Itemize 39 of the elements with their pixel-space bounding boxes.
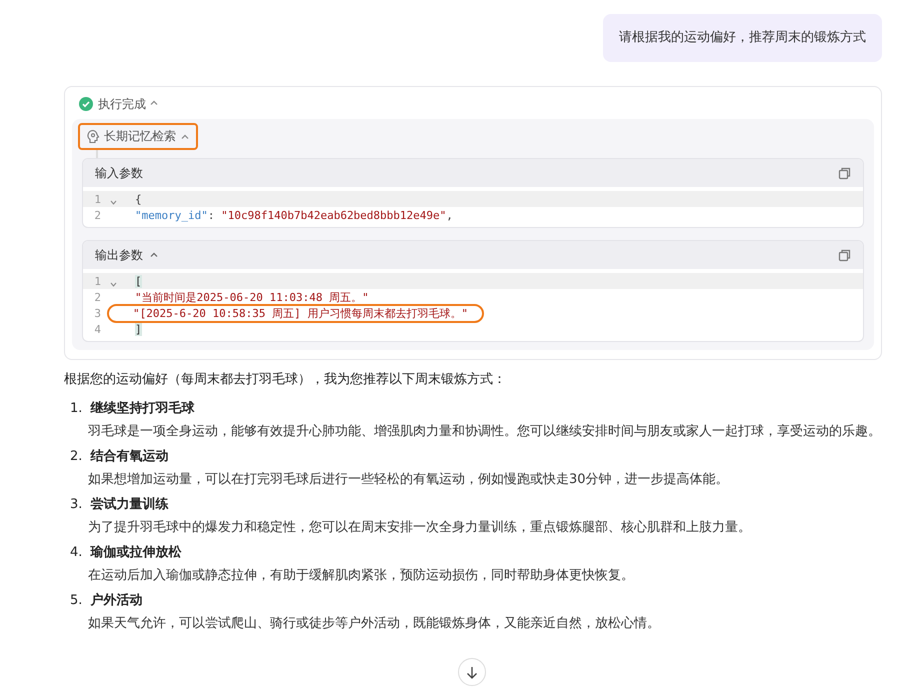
line-number: 2 [93,290,101,304]
code-line: "当前时间是2025-06-20 11:03:48 周五。" [134,290,370,306]
item-title: 尝试力量训练 [90,496,168,514]
item-title: 户外活动 [90,592,142,610]
scroll-down-button[interactable] [458,658,486,686]
item-text: 如果天气允许，可以尝试爬山、骑行或徒步等户外活动，既能锻炼身体，又能亲近自然，放松心情。 [87,615,661,633]
list-number: 5. [70,592,82,610]
memory-search-toggle[interactable]: 长期记忆检索 [78,123,198,150]
item-title: 结合有氧运动 [90,448,168,466]
item-text: 在运动后加入瑜伽或静态拉伸，有助于缓解肌肉紧张，预防运动损伤，同时帮助身体更快恢复。 [87,567,635,585]
line-number: 3 [93,306,101,320]
check-icon [79,97,93,111]
arrow-down-icon [466,666,478,678]
copy-icon[interactable] [838,166,851,180]
item-title: 瑜伽或拉伸放松 [90,544,182,562]
panel-title: 输入参数 [95,164,143,182]
head-icon [86,129,100,144]
list-number: 1. [70,400,82,418]
code-line: "[2025-6-20 10:58:35 周五] 用户习惯每周末都去打羽毛球。" [107,304,484,322]
item-title: 继续坚持打羽毛球 [90,400,194,418]
fold-icon[interactable] [110,282,116,287]
user-message: 请根据我的运动偏好，推荐周末的锻炼方式 [603,14,882,62]
line-number: 1 [93,192,101,206]
line-number: 4 [93,322,101,336]
answer-intro: 根据您的运动偏好（每周末都去打羽毛球），我为您推荐以下周末锻炼方式： [64,371,507,389]
list-number: 2. [70,448,82,466]
copy-icon[interactable] [838,248,851,262]
fold-icon[interactable] [110,200,116,205]
code-line: { [134,192,143,208]
item-text: 如果想增加运动量，可以在打完羽毛球后进行一些轻松的有氧运动，例如慢跑或快走30分钟，进一步提高体能。 [87,471,730,489]
status-toggle[interactable]: 执行完成 [98,96,159,112]
item-text: 为了提升羽毛球中的爆发力和稳定性，您可以在周末安排一次全身力量训练，重点锻炼腿部、核心肌群和上肢力量。 [87,519,752,537]
list-number: 4. [70,544,82,562]
item-text: 羽毛球是一项全身运动，能够有效提升心肺功能、增强肌肉力量和协调性。您可以继续安排时间与朋友或家人一起打球，享受运动的乐趣。 [87,423,882,441]
line-number: 2 [93,208,101,222]
line-number: 1 [93,274,101,288]
list-number: 3. [70,496,82,514]
code-line: "memory_id": "10c98f140b7b42eab62bed8bbb12e49e", [134,208,454,224]
panel-title: 输出参数 [95,246,143,264]
